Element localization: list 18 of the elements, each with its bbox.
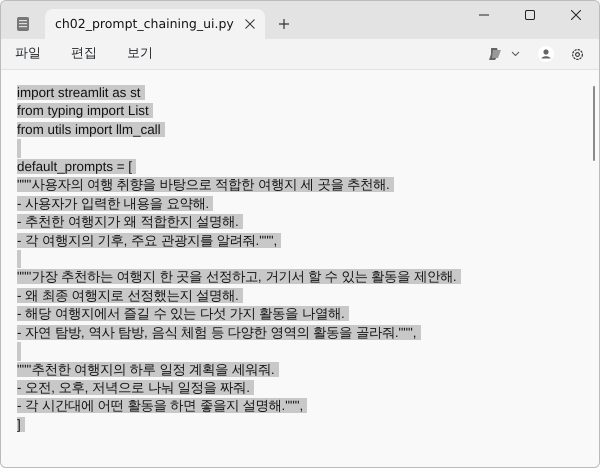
- account-icon[interactable]: [538, 46, 554, 62]
- notepad-icon: [16, 16, 30, 32]
- selection-mark: [17, 342, 21, 361]
- menu-item[interactable]: 파일: [15, 44, 41, 64]
- copilot-icon: [487, 47, 503, 61]
- settings-icon[interactable]: [570, 46, 585, 62]
- scrollbar[interactable]: [593, 86, 595, 161]
- menu-item[interactable]: 보기: [127, 44, 153, 64]
- selection-mark: [17, 139, 21, 158]
- close-icon: [571, 10, 581, 20]
- chevron-down-icon: [511, 51, 520, 57]
- plus-icon: [278, 18, 290, 30]
- copilot-button[interactable]: [487, 47, 520, 61]
- maximize-icon: [525, 10, 535, 20]
- selection-mark: [17, 250, 21, 268]
- file-tab[interactable]: ch02_prompt_chaining_ui.py: [45, 9, 265, 39]
- close-tab-icon[interactable]: [245, 19, 255, 29]
- menu-item[interactable]: 편집: [71, 44, 97, 64]
